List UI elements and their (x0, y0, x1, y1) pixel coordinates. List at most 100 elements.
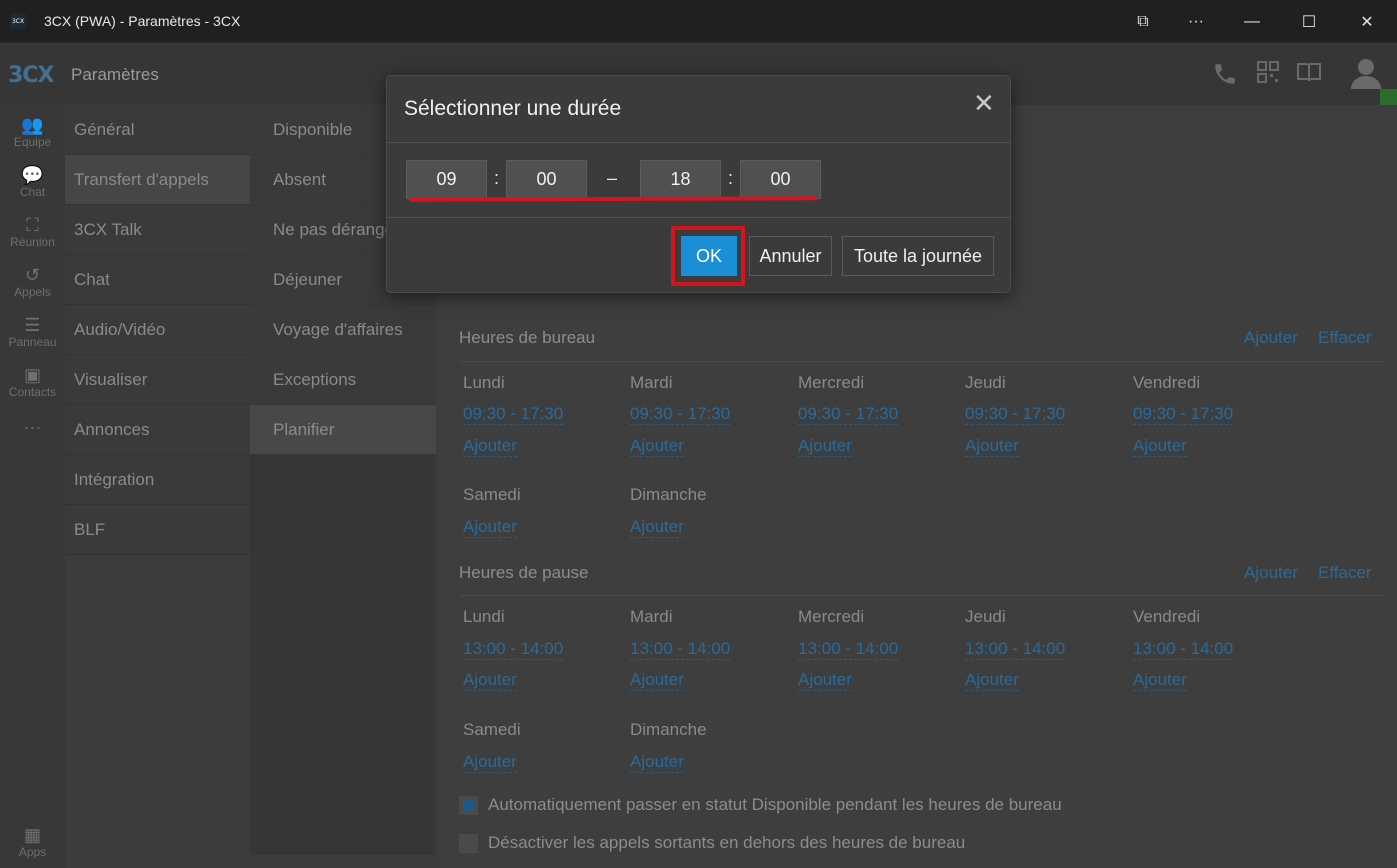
add-link[interactable]: Ajouter (798, 436, 852, 457)
add-link[interactable]: Ajouter (965, 670, 1019, 691)
divider (387, 142, 1010, 143)
office-time-thursday[interactable]: 09:30 - 17:30 (965, 404, 1066, 425)
disable-outgoing-option[interactable]: Désactiver les appels sortants en dehors… (459, 833, 965, 853)
office-hours-title: Heures de bureau (459, 328, 596, 347)
close-icon[interactable]: ✕ (973, 90, 995, 116)
history-icon: ↺ (24, 265, 41, 285)
add-link[interactable]: Ajouter (1133, 670, 1187, 691)
add-link[interactable]: Ajouter (463, 752, 517, 773)
cast-icon[interactable]: ⧉ (1115, 0, 1171, 43)
add-link[interactable]: Ajouter (463, 517, 517, 538)
auto-available-option[interactable]: Automatiquement passer en statut Disponi… (459, 795, 1062, 815)
day-label: Jeudi (965, 373, 1006, 392)
office-time-friday[interactable]: 09:30 - 17:30 (1133, 404, 1234, 425)
start-minute-input[interactable]: 00 (506, 160, 587, 199)
add-link[interactable]: Ajouter (463, 436, 517, 457)
office-time-wednesday[interactable]: 09:30 - 17:30 (798, 404, 899, 425)
day-label: Lundi (463, 607, 505, 626)
break-hours-clear-link[interactable]: Effacer (1318, 563, 1372, 583)
rail-label: Chat (19, 185, 46, 199)
phone-icon[interactable] (1212, 61, 1238, 93)
day-label: Dimanche (630, 720, 707, 739)
settings-item-chat[interactable]: Chat (65, 255, 250, 305)
day-label: Mercredi (798, 373, 865, 392)
day-label: Vendredi (1133, 373, 1201, 392)
navigation-rail: 👥 Equipe 💬 Chat ⛶ Réunion ↺ Appels ☰ Pan… (0, 105, 65, 868)
add-link[interactable]: Ajouter (965, 436, 1019, 457)
ok-button[interactable]: OK (681, 236, 737, 276)
break-time-monday[interactable]: 13:00 - 14:00 (463, 639, 564, 660)
day-label: Mercredi (798, 607, 865, 626)
office-time-monday[interactable]: 09:30 - 17:30 (463, 404, 564, 425)
settings-item-announcements[interactable]: Annonces (65, 405, 250, 455)
more-options-icon[interactable]: ··· (1168, 0, 1224, 43)
rail-label: Réunion (10, 235, 55, 249)
settings-item-blf[interactable]: BLF (65, 505, 250, 555)
break-time-thursday[interactable]: 13:00 - 14:00 (965, 639, 1066, 660)
day-label: Jeudi (965, 607, 1006, 626)
rail-more-button[interactable]: ··· (0, 417, 65, 438)
time-colon: : (494, 168, 500, 188)
chat-icon: 💬 (21, 165, 44, 185)
cancel-button[interactable]: Annuler (749, 236, 832, 276)
break-hours-add-link[interactable]: Ajouter (1244, 563, 1298, 583)
rail-item-contacts[interactable]: ▣ Contacts (0, 365, 65, 399)
status-menu-filler (250, 455, 436, 855)
rail-item-calls[interactable]: ↺ Appels (0, 265, 65, 299)
settings-item-view[interactable]: Visualiser (65, 355, 250, 405)
break-time-friday[interactable]: 13:00 - 14:00 (1133, 639, 1234, 660)
maximize-button[interactable]: ☐ (1281, 0, 1337, 43)
add-link[interactable]: Ajouter (630, 436, 684, 457)
add-link[interactable]: Ajouter (1133, 436, 1187, 457)
3cx-logo: 3CX (8, 63, 54, 88)
office-hours-add-link[interactable]: Ajouter (1244, 328, 1298, 348)
rail-item-team[interactable]: 👥 Equipe (0, 115, 65, 149)
rail-label: Panneau (8, 335, 57, 349)
rail-label: Equipe (13, 135, 52, 149)
add-link[interactable]: Ajouter (630, 517, 684, 538)
office-time-tuesday[interactable]: 09:30 - 17:30 (630, 404, 731, 425)
day-label: Mardi (630, 607, 673, 626)
end-hour-input[interactable]: 18 (640, 160, 721, 199)
disable-outgoing-checkbox[interactable] (459, 833, 478, 853)
add-link[interactable]: Ajouter (630, 670, 684, 691)
settings-item-audio-video[interactable]: Audio/Vidéo (65, 305, 250, 355)
rail-item-panel[interactable]: ☰ Panneau (0, 315, 65, 349)
qr-code-icon[interactable] (1257, 61, 1279, 89)
break-time-wednesday[interactable]: 13:00 - 14:00 (798, 639, 899, 660)
minimize-button[interactable]: — (1224, 0, 1280, 43)
end-minute-input[interactable]: 00 (740, 160, 821, 199)
book-icon[interactable] (1296, 61, 1322, 89)
add-link[interactable]: Ajouter (630, 752, 684, 773)
dialog-title: Sélectionner une durée (404, 97, 622, 120)
status-item-schedule[interactable]: Planifier (250, 405, 436, 455)
break-hours-title: Heures de pause (459, 563, 589, 582)
settings-item-general[interactable]: Général (65, 105, 250, 155)
day-label: Dimanche (630, 485, 707, 504)
status-item-exceptions[interactable]: Exceptions (250, 355, 436, 405)
window-title: 3CX (PWA) - Paramètres - 3CX (44, 13, 241, 29)
auto-available-checkbox[interactable] (459, 795, 478, 815)
meeting-icon: ⛶ (26, 215, 39, 235)
divider (459, 361, 1384, 362)
day-label: Vendredi (1133, 607, 1201, 626)
add-link[interactable]: Ajouter (463, 670, 517, 691)
settings-item-integration[interactable]: Intégration (65, 455, 250, 505)
settings-item-call-forwarding[interactable]: Transfert d'appels (65, 155, 250, 205)
settings-item-3cx-talk[interactable]: 3CX Talk (65, 205, 250, 255)
close-window-button[interactable]: ✕ (1339, 0, 1395, 43)
user-avatar-icon[interactable] (1348, 55, 1384, 91)
status-item-business-trip[interactable]: Voyage d'affaires (250, 305, 436, 355)
panel-icon: ☰ (24, 315, 41, 335)
start-hour-input[interactable]: 09 (406, 160, 487, 199)
page-title: Paramètres (71, 65, 159, 84)
rail-item-chat[interactable]: 💬 Chat (0, 165, 65, 199)
office-hours-clear-link[interactable]: Effacer (1318, 328, 1372, 348)
add-link[interactable]: Ajouter (798, 670, 852, 691)
contacts-icon: ▣ (23, 365, 41, 385)
break-time-tuesday[interactable]: 13:00 - 14:00 (630, 639, 731, 660)
rail-item-meeting[interactable]: ⛶ Réunion (0, 215, 65, 249)
all-day-button[interactable]: Toute la journée (842, 236, 994, 276)
rail-label: Contacts (8, 385, 57, 399)
rail-item-apps[interactable]: ▦ Apps (0, 825, 65, 859)
